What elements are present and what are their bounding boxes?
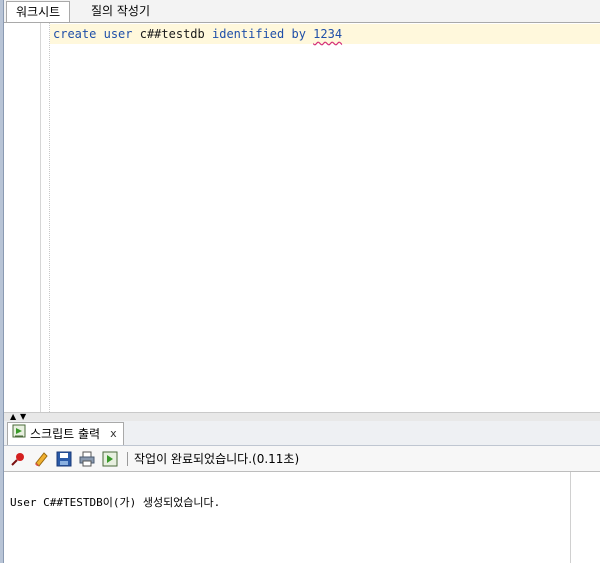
fold-gutter: [41, 23, 50, 412]
script-output-label: 스크립트 출력: [30, 427, 101, 441]
keyword-user: user: [103, 27, 133, 41]
keyword-create: create: [53, 27, 97, 41]
print-icon[interactable]: [78, 450, 96, 468]
close-icon[interactable]: x: [110, 423, 117, 445]
keyword-identified: identified: [212, 27, 285, 41]
editor-tab-bar: 워크시트 질의 작성기: [4, 0, 600, 23]
output-tab-bar: 스크립트 출력 x: [4, 421, 600, 446]
identifier-username: c##testdb: [139, 27, 205, 41]
eraser-icon[interactable]: [32, 450, 50, 468]
line-number-gutter: [4, 23, 41, 412]
output-toolbar: 작업이 완료되었습니다.(0.11초): [4, 446, 600, 472]
tab-worksheet[interactable]: 워크시트: [6, 1, 71, 22]
sql-editor[interactable]: create user c##testdb identified by 1234: [4, 23, 600, 412]
collapse-down-icon[interactable]: ▼: [20, 413, 26, 421]
output-result-text: User C##TESTDB이(가) 생성되었습니다.: [10, 496, 221, 509]
tab-script-output[interactable]: 스크립트 출력 x: [7, 422, 124, 445]
code-line-1[interactable]: create user c##testdb identified by 1234: [53, 24, 342, 44]
keyword-by: by: [291, 27, 306, 41]
script-output-icon: [12, 423, 26, 445]
output-scroll-area: [571, 472, 600, 563]
script-output-area[interactable]: User C##TESTDB이(가) 생성되었습니다.: [4, 472, 571, 563]
tab-query-builder[interactable]: 질의 작성기: [82, 1, 159, 21]
password-literal: 1234: [313, 27, 343, 41]
status-message: 작업이 완료되었습니다.(0.11초): [134, 452, 300, 466]
run-script-icon[interactable]: [101, 450, 119, 468]
save-icon[interactable]: [55, 450, 73, 468]
toolbar-divider: [127, 451, 128, 466]
pushpin-icon[interactable]: [9, 450, 27, 468]
expand-up-icon[interactable]: ▲: [10, 413, 16, 421]
